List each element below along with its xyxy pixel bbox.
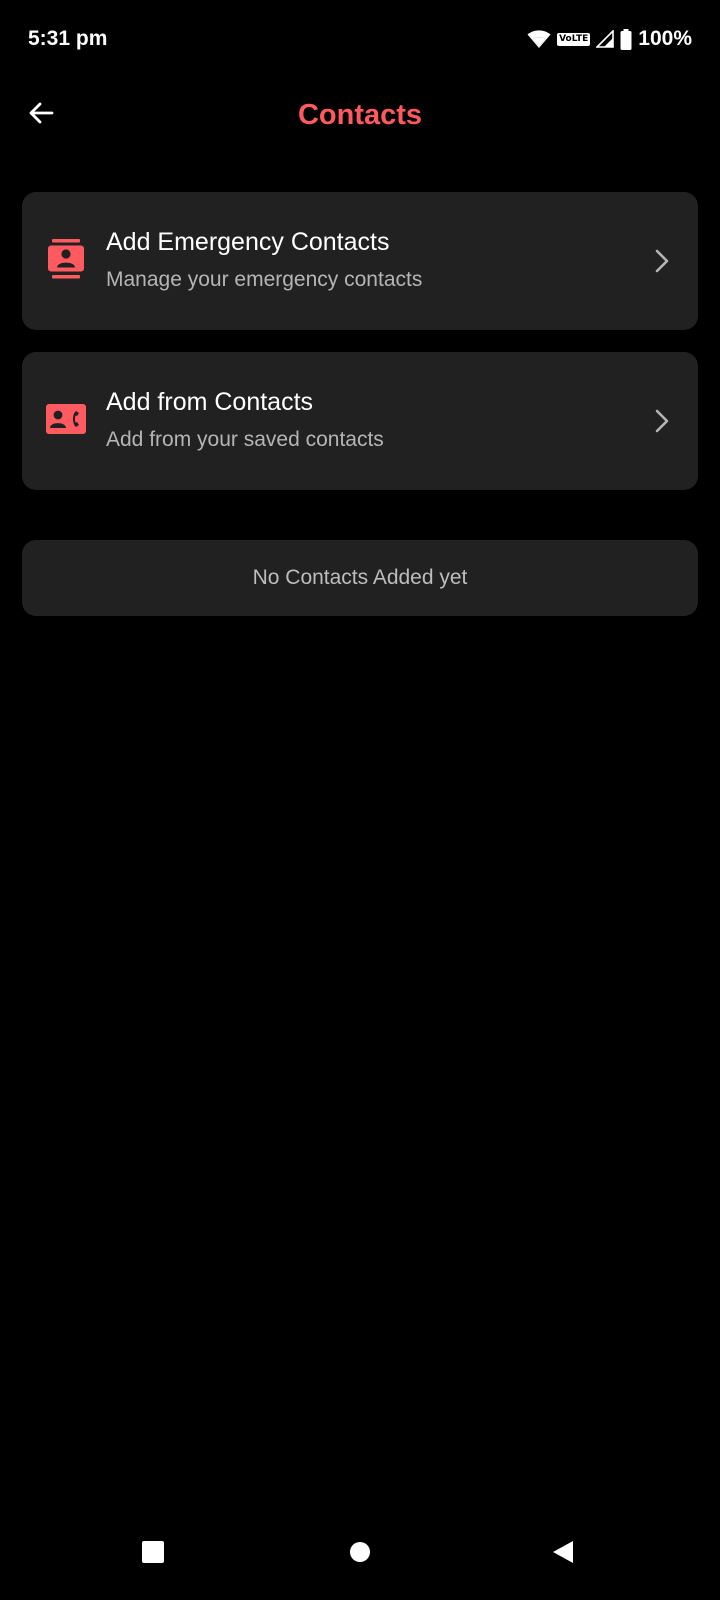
- contacts-screen: 5:31 pm VoLTE 100% Contacts Add Emergenc…: [0, 0, 720, 1600]
- signal-icon: [596, 30, 615, 48]
- status-icons: VoLTE 100%: [527, 27, 692, 51]
- nav-back-button[interactable]: [543, 1534, 583, 1574]
- system-nav-bar: [0, 1508, 720, 1600]
- chevron-right-icon: [650, 246, 674, 276]
- chevron-right-icon: [650, 406, 674, 436]
- empty-state-text: No Contacts Added yet: [252, 566, 468, 589]
- card-title: Add Emergency Contacts: [106, 228, 390, 256]
- status-time: 5:31 pm: [28, 27, 108, 50]
- card-title: Add from Contacts: [106, 388, 314, 416]
- battery-percentage: 100%: [638, 27, 692, 50]
- add-from-contacts-card[interactable]: Add from Contacts Add from your saved co…: [22, 352, 698, 490]
- page-title: Contacts: [0, 78, 720, 152]
- page-title-text: Contacts: [297, 98, 423, 131]
- contact-phone-icon: [44, 397, 88, 441]
- wifi-icon: [527, 29, 551, 49]
- empty-state-card: No Contacts Added yet: [22, 540, 698, 616]
- battery-icon: [620, 28, 632, 50]
- home-button[interactable]: [340, 1534, 380, 1574]
- contact-card-icon: [44, 237, 88, 281]
- volte-icon: VoLTE: [557, 32, 591, 46]
- card-subtitle: Add from your saved contacts: [106, 428, 384, 451]
- app-bar: Contacts: [0, 78, 720, 152]
- home-circle-icon: [349, 1541, 371, 1568]
- back-triangle-icon: [552, 1540, 574, 1569]
- recents-square-icon: [142, 1540, 164, 1568]
- status-bar: 5:31 pm VoLTE 100%: [0, 0, 720, 78]
- add-emergency-contacts-card[interactable]: Add Emergency Contacts Manage your emerg…: [22, 192, 698, 330]
- card-subtitle: Manage your emergency contacts: [106, 268, 423, 291]
- recents-button[interactable]: [133, 1534, 173, 1574]
